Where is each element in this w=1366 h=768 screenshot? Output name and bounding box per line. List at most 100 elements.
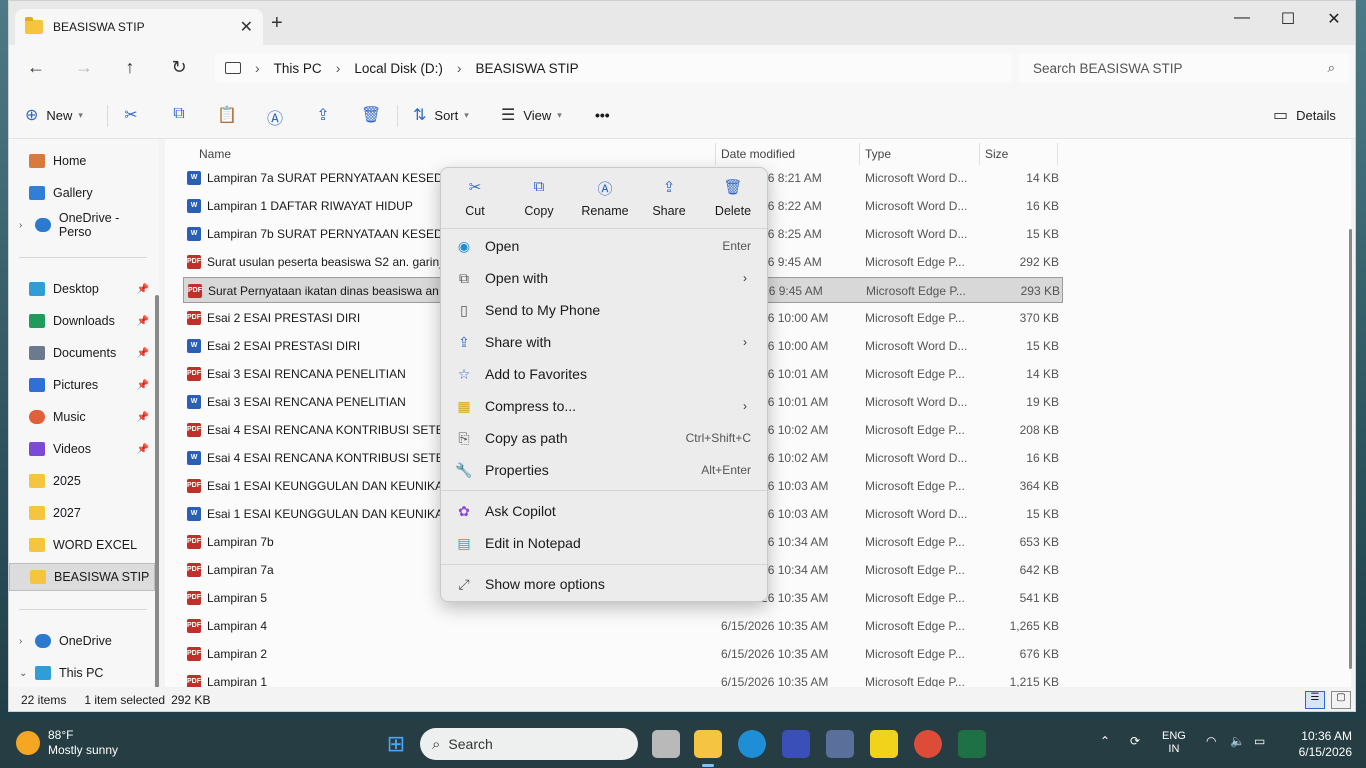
new-tab-button[interactable]: + bbox=[271, 13, 283, 33]
nav-item-music[interactable]: Music 📌 bbox=[9, 403, 155, 431]
close-tab-icon[interactable]: ✕ bbox=[240, 17, 253, 37]
chevron-up-icon[interactable]: ⌃ bbox=[1100, 734, 1110, 748]
column-header-size[interactable]: Size bbox=[985, 143, 1008, 165]
ctx-show-more[interactable]: ⤢ Show more options bbox=[445, 569, 763, 599]
column-header-type[interactable]: Type bbox=[865, 143, 891, 165]
pin-icon[interactable]: 📌 bbox=[137, 380, 149, 391]
breadcrumb-this-pc[interactable]: This PC bbox=[274, 61, 322, 76]
column-header-date[interactable]: Date modified bbox=[721, 143, 795, 165]
nav-item-2025[interactable]: 2025 bbox=[9, 467, 155, 495]
task-view-icon[interactable] bbox=[652, 730, 680, 758]
table-row[interactable]: PDF Lampiran 2 6/15/2026 10:35 AM Microsoft… bbox=[183, 641, 1063, 667]
language-indicator[interactable]: ENG IN bbox=[1162, 730, 1186, 756]
back-arrow-icon[interactable]: ← bbox=[23, 55, 49, 81]
nav-item-home[interactable]: Home bbox=[9, 147, 155, 175]
sort-button[interactable]: ⇅ Sort ▾ bbox=[413, 103, 469, 127]
chevron-down-icon[interactable]: ⌄ bbox=[19, 668, 33, 679]
nav-item-word-excel[interactable]: WORD EXCEL bbox=[9, 531, 155, 559]
ctx-share-button[interactable]: ⇪ Share bbox=[639, 178, 699, 218]
nav-scrollbar[interactable] bbox=[155, 295, 159, 695]
up-arrow-icon[interactable]: ↑ bbox=[117, 55, 143, 81]
ctx-send-to-phone[interactable]: ▯ Send to My Phone bbox=[445, 295, 763, 325]
copy-icon[interactable]: ⧉ bbox=[169, 105, 189, 125]
ctx-open[interactable]: ◉ Open Enter bbox=[445, 231, 763, 261]
ctx-open-with[interactable]: ⧉ Open with › bbox=[445, 263, 763, 293]
ctx-copy-button[interactable]: ⧉ Copy bbox=[509, 178, 569, 218]
forward-arrow-icon[interactable]: → bbox=[71, 55, 97, 81]
more-options-icon[interactable]: ••• bbox=[595, 103, 610, 127]
nav-item-documents[interactable]: Documents 📌 bbox=[9, 339, 155, 367]
file-list-scrollbar[interactable] bbox=[1349, 229, 1352, 669]
minimize-button[interactable]: — bbox=[1219, 9, 1265, 27]
ctx-delete-button[interactable]: 🗑 Delete bbox=[703, 178, 763, 218]
pin-icon[interactable]: 📌 bbox=[137, 284, 149, 295]
nav-item-videos[interactable]: Videos 📌 bbox=[9, 435, 155, 463]
column-divider[interactable] bbox=[979, 143, 980, 165]
ctx-cut-button[interactable]: ✂ Cut bbox=[445, 178, 505, 218]
breadcrumb-local-disk[interactable]: Local Disk (D:) bbox=[354, 61, 443, 76]
nav-item-pictures[interactable]: Pictures 📌 bbox=[9, 371, 155, 399]
breadcrumb-beasiswa-stip[interactable]: BEASISWA STIP bbox=[476, 61, 579, 76]
volume-icon[interactable]: 🔈 bbox=[1230, 734, 1245, 748]
update-icon[interactable]: ⟳ bbox=[1130, 734, 1140, 748]
chevron-right-icon[interactable]: › bbox=[255, 60, 260, 76]
windows-start-icon[interactable]: ⊞ bbox=[382, 730, 410, 758]
ctx-ask-copilot[interactable]: ✿ Ask Copilot bbox=[445, 496, 763, 526]
wifi-icon[interactable]: ◠ bbox=[1206, 734, 1216, 748]
pin-icon[interactable]: 📌 bbox=[137, 348, 149, 359]
app-icon[interactable] bbox=[782, 730, 810, 758]
close-window-button[interactable]: ✕ bbox=[1311, 9, 1355, 29]
taskbar-search[interactable]: ⌕ Search bbox=[420, 728, 638, 760]
rename-icon[interactable]: Ⓐ bbox=[265, 105, 285, 128]
maximize-button[interactable]: ☐ bbox=[1265, 9, 1311, 29]
chevron-right-icon[interactable]: › bbox=[336, 60, 341, 76]
nav-item-this-pc[interactable]: ⌄ This PC bbox=[9, 659, 155, 687]
clock[interactable]: 10:36 AM 6/15/2026 bbox=[1286, 728, 1352, 760]
weather-widget[interactable]: 88°F Mostly sunny bbox=[16, 728, 118, 758]
refresh-icon[interactable]: ↻ bbox=[166, 55, 192, 81]
ctx-properties[interactable]: 🔧 Properties Alt+Enter bbox=[445, 455, 763, 485]
camera-icon[interactable] bbox=[826, 730, 854, 758]
ctx-share-with[interactable]: ⇪ Share with › bbox=[445, 327, 763, 357]
delete-icon[interactable]: 🗑 bbox=[361, 105, 381, 125]
ctx-copy-path[interactable]: ⎘ Copy as path Ctrl+Shift+C bbox=[445, 423, 763, 453]
excel-icon[interactable] bbox=[958, 730, 986, 758]
ctx-rename-button[interactable]: Ⓐ Rename bbox=[575, 178, 635, 218]
nav-item-downloads[interactable]: Downloads 📌 bbox=[9, 307, 155, 335]
new-button[interactable]: ⊕ New ▾ bbox=[25, 103, 83, 127]
column-divider[interactable] bbox=[859, 143, 860, 165]
nav-item-2027[interactable]: 2027 bbox=[9, 499, 155, 527]
ctx-add-favorites[interactable]: ☆ Add to Favorites bbox=[445, 359, 763, 389]
file-explorer-icon[interactable] bbox=[694, 730, 722, 758]
nav-item-onedrive-personal[interactable]: › OneDrive - Perso bbox=[9, 211, 155, 239]
pin-icon[interactable]: 📌 bbox=[137, 444, 149, 455]
paste-icon[interactable]: 📋 bbox=[217, 105, 237, 125]
chevron-right-icon[interactable]: › bbox=[19, 636, 33, 647]
pin-icon[interactable]: 📌 bbox=[137, 412, 149, 423]
details-button[interactable]: ▭ Details bbox=[1273, 103, 1336, 127]
ctx-edit-notepad[interactable]: ▤ Edit in Notepad bbox=[445, 528, 763, 558]
chrome-icon[interactable] bbox=[914, 730, 942, 758]
chevron-right-icon[interactable]: › bbox=[19, 220, 33, 231]
cut-icon[interactable]: ✂ bbox=[121, 105, 141, 125]
nav-item-onedrive[interactable]: › OneDrive bbox=[9, 627, 155, 655]
sticky-notes-icon[interactable] bbox=[870, 730, 898, 758]
nav-item-beasiswa-stip[interactable]: BEASISWA STIP bbox=[9, 563, 155, 591]
column-divider[interactable] bbox=[1057, 143, 1058, 165]
address-bar[interactable]: › This PC › Local Disk (D:) › BEASISWA S… bbox=[215, 53, 1011, 83]
tab-beasiswa-stip[interactable]: BEASISWA STIP ✕ bbox=[15, 9, 263, 45]
share-icon[interactable]: ⇪ bbox=[313, 105, 333, 125]
column-header-name[interactable]: Name bbox=[199, 143, 231, 165]
view-button[interactable]: ☰ View ▾ bbox=[501, 103, 562, 127]
nav-item-desktop[interactable]: Desktop 📌 bbox=[9, 275, 155, 303]
edge-icon[interactable] bbox=[738, 730, 766, 758]
search-input[interactable]: Search BEASISWA STIP ⌕ bbox=[1019, 53, 1349, 83]
details-view-toggle[interactable]: ☰ bbox=[1305, 691, 1325, 709]
nav-item-gallery[interactable]: Gallery bbox=[9, 179, 155, 207]
ctx-compress[interactable]: ▦ Compress to... › bbox=[445, 391, 763, 421]
chevron-right-icon[interactable]: › bbox=[457, 60, 462, 76]
pin-icon[interactable]: 📌 bbox=[137, 316, 149, 327]
battery-icon[interactable]: ▭ bbox=[1254, 734, 1265, 748]
column-divider[interactable] bbox=[715, 143, 716, 165]
large-icons-view-toggle[interactable]: ▢ bbox=[1331, 691, 1351, 709]
